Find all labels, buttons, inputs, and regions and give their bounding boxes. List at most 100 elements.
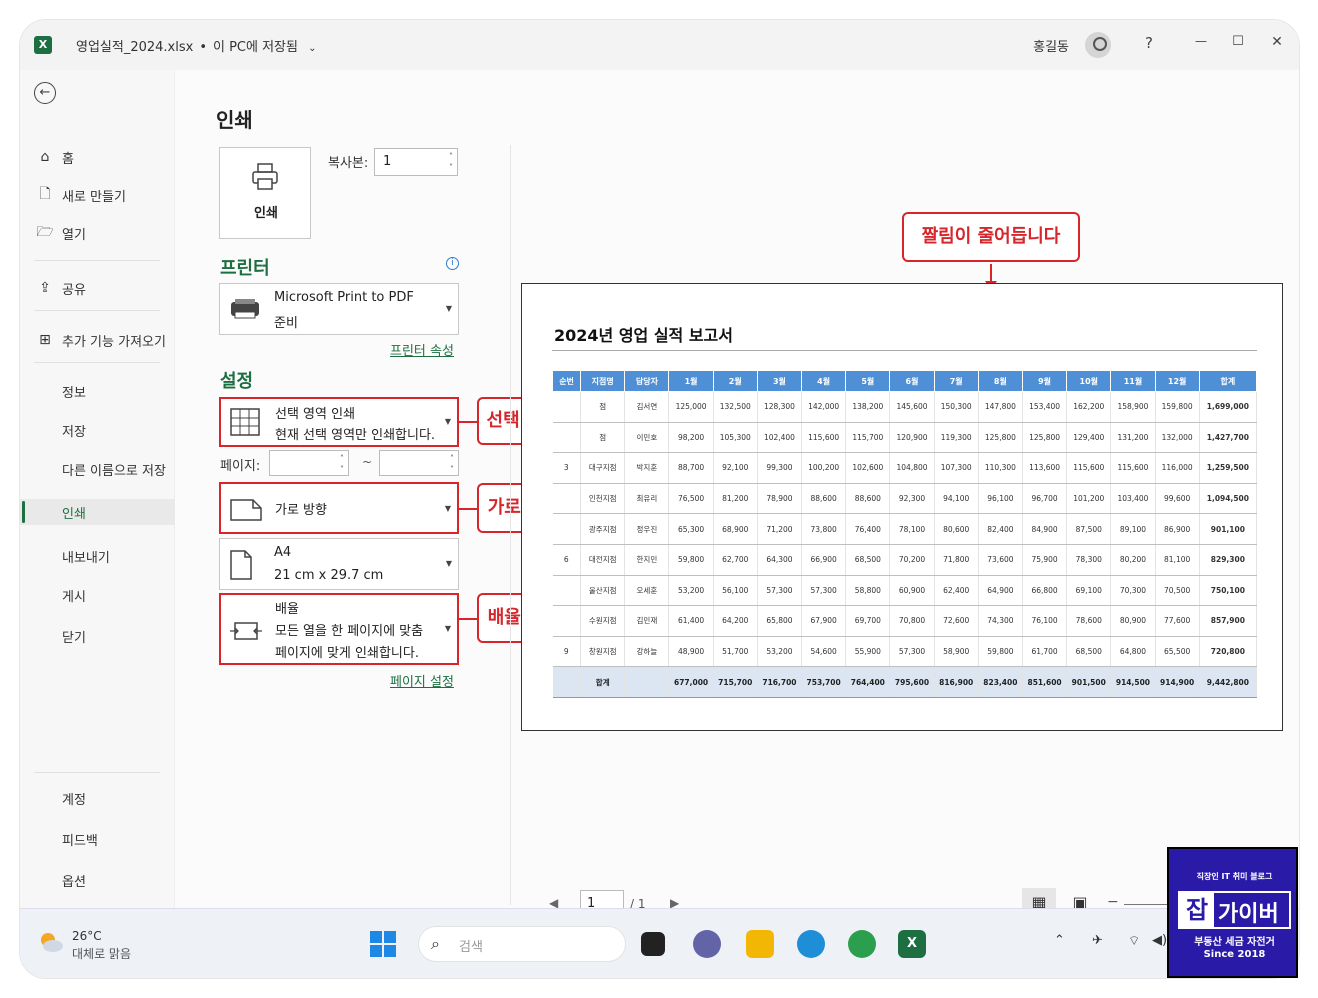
nav-item-label: 계정 <box>62 792 86 808</box>
scaling-option: 모든 열을 한 페이지에 맞춤 <box>275 624 424 639</box>
help-button[interactable]: ? <box>1139 34 1159 52</box>
table-cell: 115,600 <box>801 422 847 454</box>
chevron-up-icon[interactable]: ⌃ <box>1054 933 1065 948</box>
nav-item-close[interactable]: 닫기 <box>20 623 175 649</box>
page-setup-link[interactable]: 페이지 설정 <box>390 671 454 690</box>
chevron-down-icon[interactable]: ⌄ <box>308 43 316 54</box>
table-cell: 131,200 <box>1110 422 1156 454</box>
nav-item-publish[interactable]: 게시 <box>20 582 175 608</box>
edge-browser-icon[interactable] <box>797 930 825 958</box>
maximize-button[interactable]: ☐ <box>1228 34 1248 49</box>
table-cell: 울산지점 <box>580 575 626 607</box>
orientation-select[interactable]: 가로 방향 ▼ <box>219 482 459 534</box>
spin-arrows-icon[interactable]: ˄ ˅ <box>450 453 454 475</box>
nav-item-print[interactable]: 인쇄 <box>20 499 175 525</box>
nav-item-label: 열기 <box>62 227 86 243</box>
table-cell: 99,300 <box>757 452 803 484</box>
nav-item-open[interactable]: 🗁 열기 <box>20 220 175 246</box>
info-icon[interactable]: i <box>446 257 459 270</box>
nav-item-save-as[interactable]: 다른 이름으로 저장 <box>20 456 175 482</box>
table-cell: 62,700 <box>713 544 758 576</box>
nav-item-label: 새로 만들기 <box>62 189 126 205</box>
table-cell: 113,600 <box>1022 452 1068 484</box>
printer-icon <box>252 163 278 190</box>
nav-item-new[interactable]: 🗋 새로 만들기 <box>20 182 175 208</box>
task-view-icon[interactable] <box>641 932 665 956</box>
table-cell: 100,200 <box>801 452 847 484</box>
nav-item-options[interactable]: 옵션 <box>20 867 175 893</box>
nav-item-feedback[interactable]: 피드백 <box>20 826 175 852</box>
table-cell: 9 <box>552 636 582 668</box>
close-button[interactable]: ✕ <box>1267 34 1287 50</box>
table-cell: 65,300 <box>668 513 714 545</box>
table-cell: 132,000 <box>1155 422 1200 454</box>
edge-beta-icon[interactable] <box>848 930 876 958</box>
table-cell: 128,300 <box>757 391 803 423</box>
table-cell: 80,600 <box>934 513 979 545</box>
table-cell <box>552 483 582 515</box>
nav-item-info[interactable]: 정보 <box>20 378 175 404</box>
table-cell: 1,427,700 <box>1199 422 1258 454</box>
teams-chat-icon[interactable] <box>693 930 721 958</box>
print-button[interactable]: 인쇄 <box>219 147 311 239</box>
table-cell: 88,600 <box>801 483 847 515</box>
excel-taskbar-icon[interactable]: X <box>898 930 926 958</box>
table-cell: 81,100 <box>1155 544 1200 576</box>
spin-arrows-icon[interactable]: ˄ ˅ <box>340 453 344 475</box>
nav-item-save[interactable]: 저장 <box>20 417 175 443</box>
back-arrow-icon[interactable]: ← <box>34 82 56 104</box>
printer-select[interactable]: Microsoft Print to PDF 준비 ▼ <box>219 283 459 335</box>
table-cell: 125,800 <box>1022 422 1068 454</box>
badge-tagline: 직장인 IT 취미 블로그 <box>1196 872 1273 881</box>
table-cell: 59,800 <box>668 544 714 576</box>
nav-item-addins[interactable]: ⊞ 추가 기능 가져오기 <box>20 327 175 353</box>
windows-start-icon[interactable] <box>370 931 396 957</box>
page-from-input[interactable]: ˄ ˅ <box>269 450 349 476</box>
table-header-cell: 지점명 <box>580 370 626 392</box>
report-title: 2024년 영업 실적 보고서 <box>554 326 734 345</box>
folder-icon: 🗁 <box>36 224 54 240</box>
print-scope-select[interactable]: 선택 영역 인쇄 현재 선택 영역만 인쇄합니다. ▼ <box>219 397 459 447</box>
scaling-description: 페이지에 맞게 인쇄합니다. <box>275 646 419 661</box>
table-cell: 64,800 <box>1110 636 1156 668</box>
table-cell: 3 <box>552 452 582 484</box>
bluetooth-icon[interactable]: ✈ <box>1092 933 1103 948</box>
table-cell: 61,700 <box>1022 636 1068 668</box>
user-name[interactable]: 홍길동 <box>1033 36 1069 55</box>
table-cell: 대구지점 <box>580 452 626 484</box>
avatar[interactable] <box>1085 32 1111 58</box>
table-cell: 88,600 <box>845 483 891 515</box>
page-to-input[interactable]: ˄ ˅ <box>379 450 459 476</box>
nav-divider <box>34 310 160 311</box>
file-explorer-icon[interactable] <box>746 930 774 958</box>
table-cell: 78,100 <box>889 513 935 545</box>
taskbar-search[interactable]: ⌕ 검색 <box>418 926 626 962</box>
table-cell: 105,300 <box>713 422 758 454</box>
paper-size-select[interactable]: A4 21 cm x 29.7 cm ▼ <box>219 538 459 590</box>
weather-sun-cloud-icon[interactable] <box>38 931 64 953</box>
copies-stepper[interactable]: 1 ˄ ˅ <box>374 148 458 176</box>
table-cell: 145,600 <box>889 391 935 423</box>
printer-properties-link[interactable]: 프린터 속성 <box>390 340 454 359</box>
nav-item-account[interactable]: 계정 <box>20 785 175 811</box>
table-total-cell: 9,442,800 <box>1199 666 1258 698</box>
nav-item-share[interactable]: ⇪ 공유 <box>20 275 175 301</box>
table-cell: 62,400 <box>934 575 979 607</box>
excel-logo-icon: X <box>34 36 52 54</box>
table-total-cell: 816,900 <box>934 666 979 698</box>
table-cell: 86,900 <box>1155 513 1200 545</box>
nav-item-export[interactable]: 내보내기 <box>20 543 175 569</box>
table-cell: 119,300 <box>934 422 979 454</box>
scaling-select[interactable]: 배율 모든 열을 한 페이지에 맞춤 페이지에 맞게 인쇄합니다. ▼ <box>219 593 459 665</box>
badge-topics: 부동산 세금 자전거 <box>1194 937 1275 948</box>
minimize-button[interactable]: — <box>1191 34 1211 48</box>
spin-arrows-icon[interactable]: ˄ ˅ <box>449 151 453 173</box>
volume-icon[interactable]: ◀) <box>1152 933 1167 948</box>
copies-value: 1 <box>383 154 392 169</box>
wifi-icon[interactable]: ⌔ <box>1128 933 1140 949</box>
document-title[interactable]: 영업실적_2024.xlsx • 이 PC에 저장됨 ⌄ <box>76 36 317 55</box>
table-cell: 70,200 <box>889 544 935 576</box>
nav-item-home[interactable]: ⌂ 홈 <box>20 144 175 170</box>
nav-divider <box>34 772 160 773</box>
table-row: 울산지점 오세훈 53,200 56,100 57,300 57,300 58,800 60,… <box>552 575 1258 607</box>
